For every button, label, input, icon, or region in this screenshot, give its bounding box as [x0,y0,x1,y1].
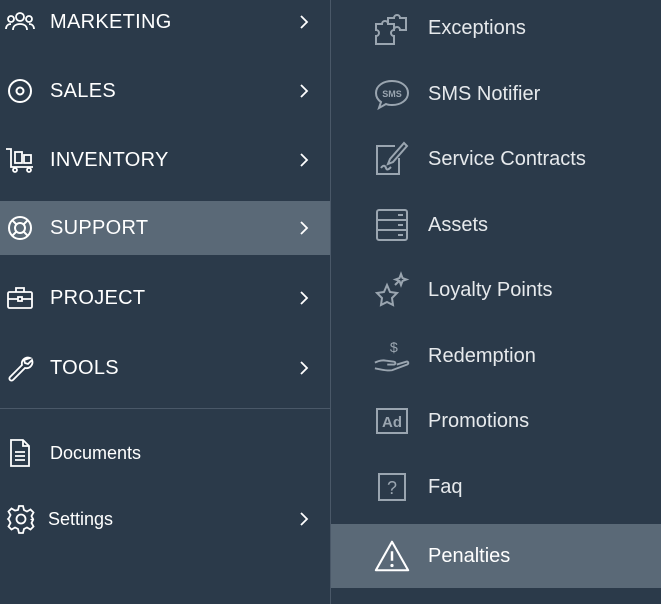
ad-icon: Ad [373,402,411,440]
server-stack-icon [373,206,411,244]
wrench-icon [5,353,35,383]
menu-item-sales[interactable]: SALES [0,64,330,118]
menu-item-label: Settings [48,508,114,529]
menu-item-settings[interactable]: Settings [0,492,330,546]
submenu-item-label: Exceptions [428,16,526,39]
menu-item-inventory[interactable]: INVENTORY [0,133,330,187]
menu-item-marketing[interactable]: MARKETING [0,0,330,49]
menu-item-tools[interactable]: TOOLS [0,341,330,395]
submenu-item-label: Promotions [428,409,530,432]
hand-dollar-icon: $ [373,337,411,375]
chevron-right-icon [296,290,312,306]
menu-item-support[interactable]: SUPPORT [0,201,330,255]
lifebuoy-icon [5,213,35,243]
briefcase-icon [5,283,35,313]
menu-item-label: TOOLS [50,356,119,379]
chevron-right-icon [296,511,312,527]
submenu-item-label: Loyalty Points [428,278,553,301]
submenu-item-label: Faq [428,475,463,498]
submenu-item-label: Redemption [428,344,536,367]
chevron-right-icon [296,14,312,30]
menu-item-label: PROJECT [50,286,146,309]
svg-text:SMS: SMS [382,89,402,99]
submenu-item-label: SMS Notifier [428,82,541,105]
target-circle-icon [5,76,35,106]
svg-text:?: ? [387,478,397,498]
question-box-icon: ? [373,468,411,506]
puzzle-icon [373,9,411,47]
menu-item-label: SUPPORT [50,216,149,239]
chevron-right-icon [296,83,312,99]
menu-item-label: INVENTORY [50,148,169,171]
main-menu: MARKETING SALES INVENTORY SUPPORT PROJEC… [0,0,330,604]
menu-item-label: Documents [50,442,142,463]
support-submenu: Exceptions SMS SMS Notifier Service Cont… [331,0,661,604]
contract-edit-icon [373,140,411,178]
chevron-right-icon [296,152,312,168]
svg-text:Ad: Ad [382,414,402,431]
svg-text:$: $ [390,340,398,356]
chevron-right-icon [296,220,312,236]
menu-item-project[interactable]: PROJECT [0,271,330,325]
sms-bubble-icon: SMS [373,75,411,113]
submenu-item-loyalty-points[interactable]: Loyalty Points [331,258,661,322]
submenu-item-promotions[interactable]: Ad Promotions [331,389,661,453]
chevron-right-icon [296,360,312,376]
submenu-item-label: Service Contracts [428,147,586,170]
submenu-item-service-contracts[interactable]: Service Contracts [331,127,661,191]
submenu-item-redemption[interactable]: $ Redemption [331,324,661,388]
star-sparkle-icon [373,271,411,309]
gear-icon [6,504,36,534]
submenu-item-assets[interactable]: Assets [331,193,661,257]
cart-trolley-icon [5,145,35,175]
submenu-item-penalties[interactable]: Penalties [331,524,661,588]
submenu-item-label: Assets [428,213,489,236]
menu-item-label: SALES [50,79,116,102]
menu-item-documents[interactable]: Documents [0,426,330,480]
menu-item-label: MARKETING [50,10,172,33]
submenu-item-sms-notifier[interactable]: SMS SMS Notifier [331,62,661,126]
submenu-item-faq[interactable]: ? Faq [331,455,661,519]
submenu-item-exceptions[interactable]: Exceptions [331,0,661,60]
document-icon [5,438,35,468]
menu-divider [0,408,330,409]
warning-triangle-icon [373,537,411,575]
submenu-item-label: Penalties [428,544,511,567]
users-group-icon [5,7,35,37]
